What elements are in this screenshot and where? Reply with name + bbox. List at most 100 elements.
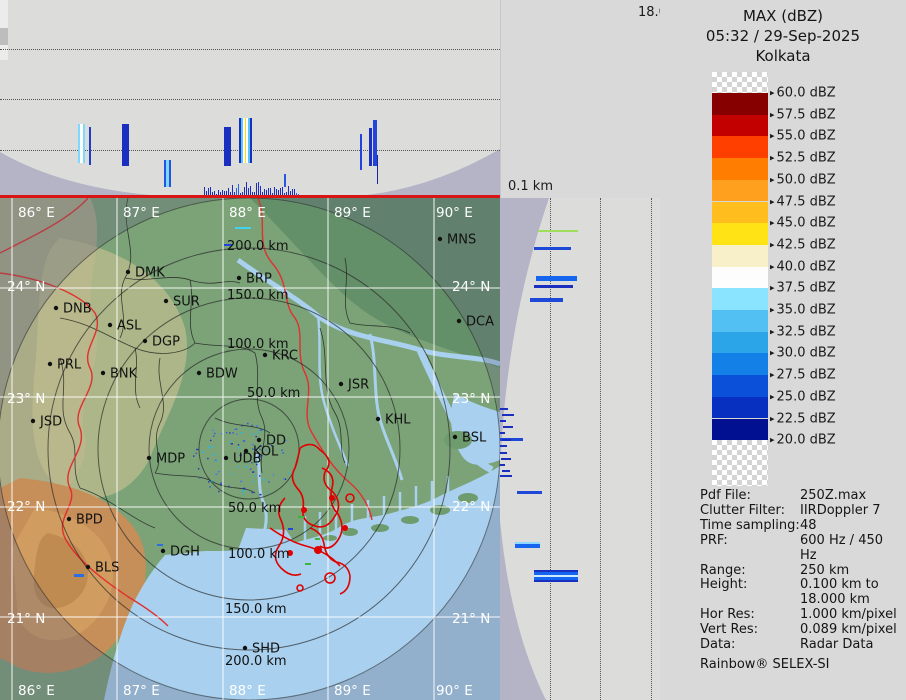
metadata-label: Hor Res:: [700, 607, 755, 623]
legend-tick-label: 50.0 dBZ: [776, 172, 836, 188]
legend-tick: ▸ 57.5 dBZ: [770, 107, 836, 122]
echo-row: [538, 230, 578, 232]
longitude-label: 87° E: [123, 205, 160, 221]
echo-tick: [500, 475, 512, 477]
station-dot: [236, 275, 242, 281]
legend-tick-label: 30.0 dBZ: [776, 345, 836, 361]
latitude-label: 24° N: [452, 279, 490, 295]
metadata-value: 1.000 km/pixel: [800, 607, 897, 623]
echo-speckle: [230, 443, 233, 445]
legend-tick-label: 60.0 dBZ: [776, 85, 836, 101]
legend-tick-label: 37.5 dBZ: [776, 280, 836, 296]
echo-speckle: [238, 447, 241, 449]
metadata-row: Range: 250 km: [700, 563, 900, 579]
latitude-label: 22° N: [7, 499, 45, 515]
legend-tick-arrow: ▸: [770, 414, 775, 424]
echo-speckle: [230, 473, 232, 476]
echo-speckle: [215, 473, 218, 475]
metadata-label: Data:: [700, 637, 736, 653]
echo-speckle: [213, 445, 215, 448]
legend-swatch: [712, 158, 768, 180]
metadata-row: Vert Res: 0.089 km/pixel: [700, 622, 900, 638]
legend-tick: ▸ 40.0 dBZ: [770, 259, 836, 274]
latitude-label: 21° N: [452, 611, 490, 627]
station-label: DCA: [466, 315, 494, 330]
station-label: DGH: [170, 545, 200, 560]
legend-swatch: [712, 310, 768, 332]
echo-column: [224, 127, 231, 166]
echo-speckle: [213, 435, 215, 437]
legend-swatch: [712, 375, 768, 397]
echo-row: [534, 247, 571, 250]
latitude-label: 22° N: [452, 499, 490, 515]
legend-swatch: [712, 418, 768, 441]
echo-speckle: [228, 485, 230, 488]
station-label: DGP: [152, 335, 180, 350]
range-gridline: [600, 198, 601, 700]
metadata-row: Hor Res: 1.000 km/pixel: [700, 607, 900, 623]
legend-swatch: [712, 288, 768, 310]
echo-speckle: [220, 483, 222, 485]
station-label: JSR: [347, 378, 369, 393]
station-label: KRC: [272, 349, 298, 364]
legend-swatch: [712, 353, 768, 376]
min-height-label: 0.1 km: [508, 179, 553, 194]
legend-tick-label: 45.0 dBZ: [776, 215, 836, 231]
legend-tick: ▸ 22.5 dBZ: [770, 411, 836, 426]
legend-tick-label: 22.5 dBZ: [776, 411, 836, 426]
product-title: MAX (dBZ): [742, 7, 824, 25]
station-dot: [338, 381, 344, 387]
legend-swatch: [712, 136, 768, 159]
echo-speckle: [237, 444, 240, 446]
station-label: BSL: [462, 431, 487, 446]
echo-row: [534, 579, 578, 582]
latitude-label: 21° N: [7, 611, 45, 627]
legend-tick-label: 57.5 dBZ: [776, 107, 836, 123]
height-gridline: [0, 49, 500, 50]
legend-tick-label: 55.0 dBZ: [776, 128, 836, 144]
echo-speckle: [242, 440, 246, 442]
longitude-label: 86° E: [18, 205, 55, 221]
station-label: MNS: [447, 233, 476, 248]
height-gridline: [0, 99, 500, 100]
top-projection-panel: [0, 0, 501, 198]
echo-speckle: [243, 487, 246, 490]
echo-speckle: [234, 428, 236, 431]
station-label: DMK: [135, 266, 165, 281]
longitude-label: 90° E: [436, 683, 473, 699]
station-dot: [66, 516, 72, 522]
echo-speckle: [242, 493, 244, 495]
echo-speckle: [256, 425, 259, 427]
station-label: BDW: [206, 367, 238, 382]
echo-speckle: [260, 429, 262, 431]
metadata-row: Data: Radar Data: [700, 637, 900, 653]
legend-tick-label: 47.5 dBZ: [776, 194, 836, 209]
range-gridline: [651, 198, 652, 700]
echo-column: [82, 124, 85, 163]
legend-tick-arrow: ▸: [770, 131, 775, 142]
range-ring-label: 100.0 km: [228, 547, 290, 562]
legend-swatch: [712, 93, 768, 115]
echo-column: [122, 124, 129, 166]
metadata-value: 250Z.max: [800, 488, 867, 503]
echo-speckle: [240, 480, 243, 483]
metadata-label: Time sampling:: [700, 517, 800, 533]
legend-tick-arrow: ▸: [770, 262, 775, 273]
station-dot: [107, 322, 113, 328]
station-dot: [223, 455, 229, 461]
station-label: SHD: [252, 642, 280, 657]
station-dot: [53, 305, 59, 311]
station-dot: [142, 338, 148, 344]
metadata-value: Radar Data: [800, 637, 874, 653]
echo-speckle: [288, 471, 290, 474]
echo-speckle: [220, 482, 222, 484]
station-label: ASL: [117, 319, 142, 334]
product-datetime: 05:32 / 29-Sep-2025: [705, 27, 861, 45]
echo-speckle: [241, 424, 243, 427]
station-dot: [242, 645, 248, 651]
legend-swatch: [712, 114, 768, 137]
station-dot: [146, 455, 152, 461]
echo-speckle: [251, 491, 254, 494]
echo-column: [250, 118, 252, 163]
station-dot: [437, 236, 443, 242]
